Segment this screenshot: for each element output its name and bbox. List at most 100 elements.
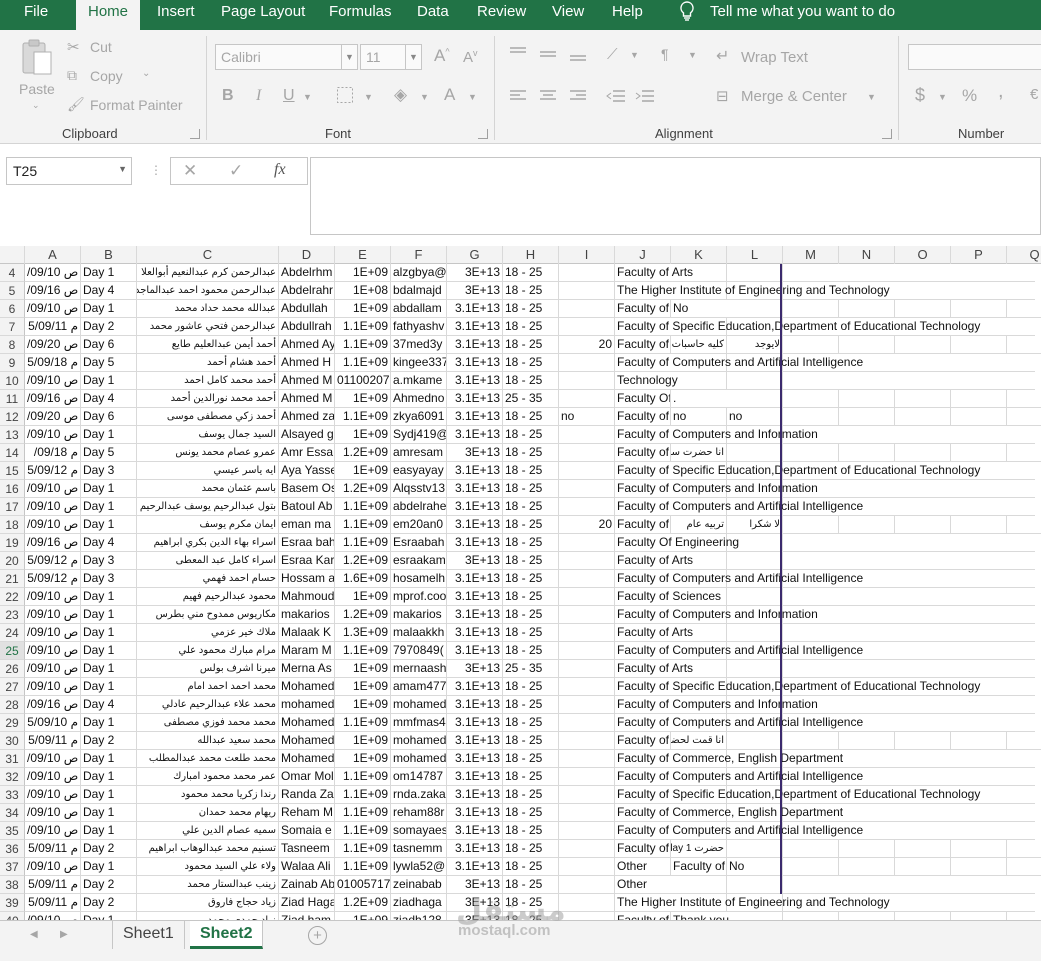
cell-h[interactable]: 18 - 25 (503, 516, 559, 534)
cell-e[interactable]: 1E+09 (335, 390, 391, 408)
cell-m[interactable] (783, 858, 839, 876)
text-direction-dropdown-icon[interactable]: ▼ (688, 50, 697, 60)
cell-o[interactable] (895, 336, 951, 354)
cell-i[interactable] (559, 390, 615, 408)
cell-b[interactable]: Day 3 (81, 462, 137, 480)
cell-e[interactable]: 1.1E+09 (335, 840, 391, 858)
cell-i[interactable] (559, 426, 615, 444)
cell-a[interactable]: /09/16 ص (25, 390, 81, 408)
cell-h[interactable]: 18 - 25 (503, 768, 559, 786)
cell-d[interactable]: Abdelrhm (279, 264, 335, 282)
chevron-down-icon[interactable]: ▼ (405, 45, 421, 69)
cell-j[interactable]: Faculty of Arts (615, 552, 1035, 570)
row-header[interactable]: 25 (0, 642, 25, 660)
cell-q[interactable] (1007, 840, 1041, 858)
cell-j[interactable]: Faculty of Computer (615, 444, 671, 462)
cell-j[interactable]: Faculty of Specific Education,Department… (615, 462, 1035, 480)
cell-f[interactable]: ziadh128 (391, 912, 447, 920)
cell-d[interactable]: Abdullah (279, 300, 335, 318)
cell-g[interactable]: 3E+13 (447, 660, 503, 678)
orientation-icon[interactable]: ⟋ (607, 46, 618, 63)
column-header-g[interactable]: G (447, 246, 503, 264)
cell-d[interactable]: Ahmed M (279, 390, 335, 408)
cell-p[interactable] (951, 516, 1007, 534)
cell-g[interactable]: 3.1E+13 (447, 318, 503, 336)
cell-a[interactable]: 5/09/10 م (25, 714, 81, 732)
cell-h[interactable]: 18 - 25 (503, 606, 559, 624)
cell-q[interactable] (1007, 408, 1041, 426)
cell-b[interactable]: Day 1 (81, 786, 137, 804)
cell-i[interactable] (559, 570, 615, 588)
cell-p[interactable] (951, 390, 1007, 408)
increase-indent-icon[interactable] (635, 88, 655, 107)
cell-h[interactable]: 18 - 25 (503, 300, 559, 318)
cell-f[interactable]: malaakkh (391, 624, 447, 642)
cell-j[interactable]: Faculty of Commerce, English Department (615, 804, 1035, 822)
cell-d[interactable]: Abdelrahr (279, 282, 335, 300)
cut-icon[interactable]: ✂ (67, 38, 80, 56)
row-header[interactable]: 16 (0, 480, 25, 498)
cell-i[interactable] (559, 732, 615, 750)
cell-e[interactable]: 1.2E+09 (335, 444, 391, 462)
format-painter-icon[interactable]: 🖌 (67, 96, 85, 113)
cell-j[interactable]: Faculty of Computers and Artificial Inte… (615, 714, 1035, 732)
cell-c[interactable]: أحمد أيمن عبدالعليم طايع (137, 336, 279, 354)
cell-d[interactable]: Somaia e (279, 822, 335, 840)
cell-o[interactable] (895, 300, 951, 318)
cell-e[interactable]: 1.1E+09 (335, 804, 391, 822)
cell-h[interactable]: 18 - 25 (503, 408, 559, 426)
cell-n[interactable] (839, 390, 895, 408)
cell-g[interactable]: 3.1E+13 (447, 588, 503, 606)
cell-a[interactable]: /09/10 ص (25, 822, 81, 840)
formula-bar-grip-icon[interactable]: ⋮ (150, 163, 162, 177)
cell-h[interactable]: 18 - 25 (503, 462, 559, 480)
align-middle-icon[interactable] (539, 46, 557, 65)
cell-p[interactable] (951, 858, 1007, 876)
currency-dropdown-icon[interactable]: ▼ (938, 92, 947, 102)
cell-q[interactable] (1007, 390, 1041, 408)
cell-i[interactable] (559, 894, 615, 912)
cell-g[interactable]: 3.1E+13 (447, 768, 503, 786)
cell-j[interactable]: Faculty of Computers and Artificial Inte… (615, 768, 1035, 786)
cell-e[interactable]: 1.1E+09 (335, 498, 391, 516)
column-header-h[interactable]: H (503, 246, 559, 264)
cell-j[interactable]: Faculty of (615, 336, 671, 354)
cell-g[interactable]: 3E+13 (447, 282, 503, 300)
row-header[interactable]: 33 (0, 786, 25, 804)
cell-h[interactable]: 25 - 35 (503, 390, 559, 408)
cell-d[interactable]: Ahmed M (279, 372, 335, 390)
cell-c[interactable]: اسراء بهاء الدين بكري ابراهيم (137, 534, 279, 552)
chevron-down-icon[interactable]: ▼ (118, 164, 127, 174)
sheet-tab-2[interactable]: Sheet2 (190, 921, 264, 949)
cell-b[interactable]: Day 1 (81, 426, 137, 444)
cell-h[interactable]: 18 - 25 (503, 804, 559, 822)
paste-icon[interactable] (20, 38, 54, 85)
cell-n[interactable] (839, 444, 895, 462)
cell-b[interactable]: Day 4 (81, 534, 137, 552)
cell-f[interactable]: mohamed (391, 732, 447, 750)
insert-function-icon[interactable]: fx (274, 161, 286, 179)
cell-b[interactable]: Day 1 (81, 750, 137, 768)
cell-h[interactable]: 18 - 25 (503, 858, 559, 876)
cell-b[interactable]: Day 2 (81, 894, 137, 912)
row-header[interactable]: 11 (0, 390, 25, 408)
row-header[interactable]: 5 (0, 282, 25, 300)
column-header-k[interactable]: K (671, 246, 727, 264)
cell-d[interactable]: Esraa bah (279, 534, 335, 552)
cell-g[interactable]: 3.1E+13 (447, 390, 503, 408)
cell-e[interactable]: 1.6E+09 (335, 570, 391, 588)
cell-f[interactable]: fathyashv (391, 318, 447, 336)
row-header[interactable]: 18 (0, 516, 25, 534)
menu-file[interactable]: File (24, 0, 48, 30)
cell-b[interactable]: Day 1 (81, 372, 137, 390)
menu-insert[interactable]: Insert (157, 0, 195, 30)
cell-a[interactable]: /09/10 ص (25, 372, 81, 390)
cell-j[interactable]: Faculty of Computers and Information (615, 606, 1035, 624)
cell-c[interactable]: محمد علاء عبدالرحيم عادلي (137, 696, 279, 714)
cell-f[interactable]: zeinabab (391, 876, 447, 894)
cell-e[interactable]: 1.2E+09 (335, 480, 391, 498)
cell-q[interactable] (1007, 336, 1041, 354)
cell-f[interactable]: Esraabah (391, 534, 447, 552)
cell-p[interactable] (951, 300, 1007, 318)
underline-dropdown-icon[interactable]: ▼ (303, 92, 312, 102)
